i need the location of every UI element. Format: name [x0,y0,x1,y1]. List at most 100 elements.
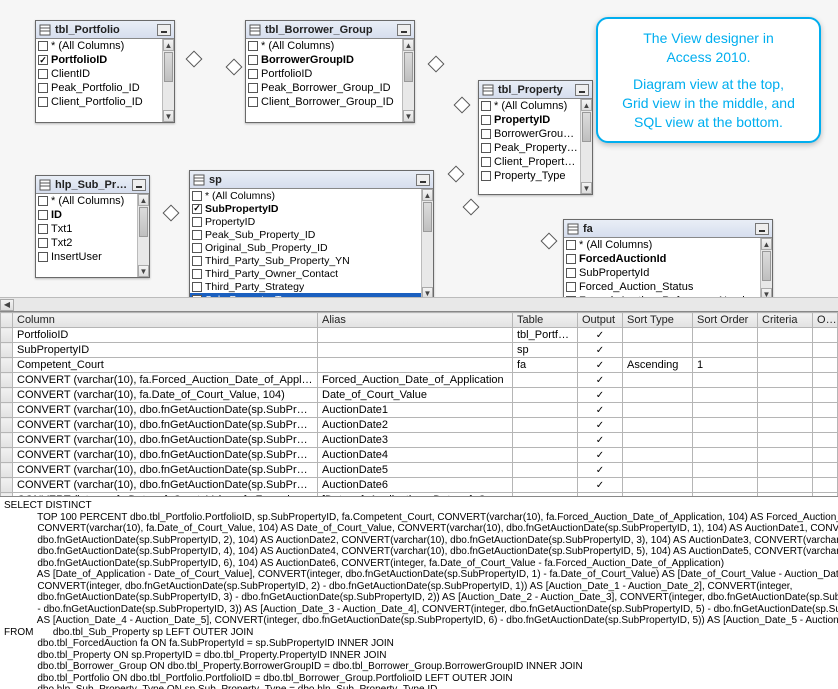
table-titlebar[interactable]: tbl_Property [479,81,592,99]
scroll-down-icon[interactable]: ▼ [138,265,149,277]
cell-alias[interactable]: AuctionDate5 [318,463,513,478]
column-checkbox[interactable] [566,240,576,250]
cell-sort-type[interactable] [623,388,693,403]
scroll-down-icon[interactable]: ▼ [163,110,174,122]
column-row[interactable]: Peak_Portfolio_ID [36,81,162,95]
column-row[interactable]: * (All Columns) [564,238,760,252]
cell-output[interactable] [578,403,623,418]
scroll-up-icon[interactable]: ▲ [761,238,772,250]
cell-column[interactable]: CONVERT (varchar(10), dbo.fnGetAuctionDa… [13,463,318,478]
row-selector[interactable] [1,373,13,388]
join-icon[interactable] [225,58,243,76]
column-row[interactable]: SubPropertyId [564,266,760,280]
cell-sort-type[interactable] [623,433,693,448]
row-selector[interactable] [1,448,13,463]
cell-sort-order[interactable] [693,463,758,478]
cell-alias[interactable]: AuctionDate3 [318,433,513,448]
join-icon[interactable] [540,232,558,250]
diagram-hscroll[interactable]: ◀ [0,297,838,311]
cell-sort-order[interactable] [693,328,758,343]
col-header-output[interactable]: Output [578,313,623,328]
cell-or[interactable] [813,328,838,343]
cell-sort-type[interactable] [623,478,693,493]
column-checkbox[interactable] [192,269,202,279]
col-header-or[interactable]: Or... [813,313,838,328]
column-checkbox[interactable] [192,243,202,253]
scroll-thumb[interactable] [404,52,413,82]
scroll-up-icon[interactable]: ▲ [403,39,414,51]
grid-pane[interactable]: Column Alias Table Output Sort Type Sort… [0,311,838,496]
cell-table[interactable]: sp [513,343,578,358]
grid-row[interactable]: CONVERT (varchar(10), dbo.fnGetAuctionDa… [1,403,838,418]
cell-column[interactable]: SubPropertyID [13,343,318,358]
cell-criteria[interactable] [758,418,813,433]
column-checkbox[interactable] [481,171,491,181]
column-row[interactable]: Forced_Auction_Status [564,280,760,294]
grid-row[interactable]: CONVERT (varchar(10), dbo.fnGetAuctionDa… [1,463,838,478]
cell-criteria[interactable] [758,328,813,343]
col-header-sort-order[interactable]: Sort Order [693,313,758,328]
column-row[interactable]: Property_Type [479,169,580,183]
cell-criteria[interactable] [758,463,813,478]
row-selector[interactable] [1,388,13,403]
column-row[interactable]: * (All Columns) [479,99,580,113]
scroll-thumb[interactable] [139,207,148,237]
cell-table[interactable] [513,478,578,493]
cell-sort-type[interactable] [623,373,693,388]
column-row[interactable]: Third_Party_Sub_Property_YN [190,254,421,267]
cell-output[interactable] [578,463,623,478]
cell-column[interactable]: CONVERT (varchar(10), dbo.fnGetAuctionDa… [13,448,318,463]
scrollbar[interactable]: ▲▼ [137,194,149,277]
cell-sort-order[interactable] [693,388,758,403]
scroll-left-icon[interactable]: ◀ [0,299,14,311]
column-checkbox[interactable] [248,55,258,65]
scrollbar[interactable]: ▲▼ [402,39,414,122]
cell-or[interactable] [813,448,838,463]
column-row[interactable]: PortfolioID [246,67,402,81]
column-checkbox[interactable] [38,224,48,234]
column-checkbox[interactable] [248,83,258,93]
minimize-icon[interactable] [416,174,430,186]
table-box-borrower-group[interactable]: tbl_Borrower_Group * (All Columns)Borrow… [245,20,415,123]
column-row[interactable]: PropertyID [190,215,421,228]
cell-sort-order[interactable]: 1 [693,358,758,373]
cell-alias[interactable] [318,328,513,343]
cell-sort-type[interactable]: Ascending [623,358,693,373]
cell-alias[interactable]: AuctionDate1 [318,403,513,418]
row-selector[interactable] [1,478,13,493]
column-checkbox[interactable] [192,282,202,292]
row-selector[interactable] [1,328,13,343]
column-row[interactable]: Peak_Borrower_Group_ID [246,81,402,95]
minimize-icon[interactable] [132,179,146,191]
grid-row[interactable]: CONVERT (varchar(10), fa.Forced_Auction_… [1,373,838,388]
minimize-icon[interactable] [755,223,769,235]
cell-alias[interactable]: AuctionDate4 [318,448,513,463]
column-checkbox[interactable] [38,55,48,65]
minimize-icon[interactable] [157,24,171,36]
cell-alias[interactable] [318,343,513,358]
cell-table[interactable] [513,418,578,433]
column-checkbox[interactable] [38,238,48,248]
row-selector[interactable] [1,343,13,358]
table-titlebar[interactable]: sp [190,171,433,189]
column-row[interactable]: SubPropertyID [190,202,421,215]
cell-criteria[interactable] [758,388,813,403]
cell-output[interactable] [578,433,623,448]
cell-or[interactable] [813,388,838,403]
cell-criteria[interactable] [758,373,813,388]
table-box-hlp-sub-pro[interactable]: hlp_Sub_Pro... * (All Columns)IDTxt1Txt2… [35,175,150,278]
cell-output[interactable] [578,373,623,388]
column-checkbox[interactable] [38,69,48,79]
cell-table[interactable]: fa [513,358,578,373]
cell-sort-type[interactable] [623,448,693,463]
column-row[interactable]: PortfolioID [36,53,162,67]
cell-sort-order[interactable] [693,433,758,448]
column-checkbox[interactable] [38,196,48,206]
cell-alias[interactable] [318,358,513,373]
table-titlebar[interactable]: fa [564,220,772,238]
column-checkbox[interactable] [38,97,48,107]
column-row[interactable]: Txt1 [36,222,137,236]
cell-alias[interactable]: Date_of_Court_Value [318,388,513,403]
column-row[interactable]: * (All Columns) [190,189,421,202]
scroll-up-icon[interactable]: ▲ [163,39,174,51]
